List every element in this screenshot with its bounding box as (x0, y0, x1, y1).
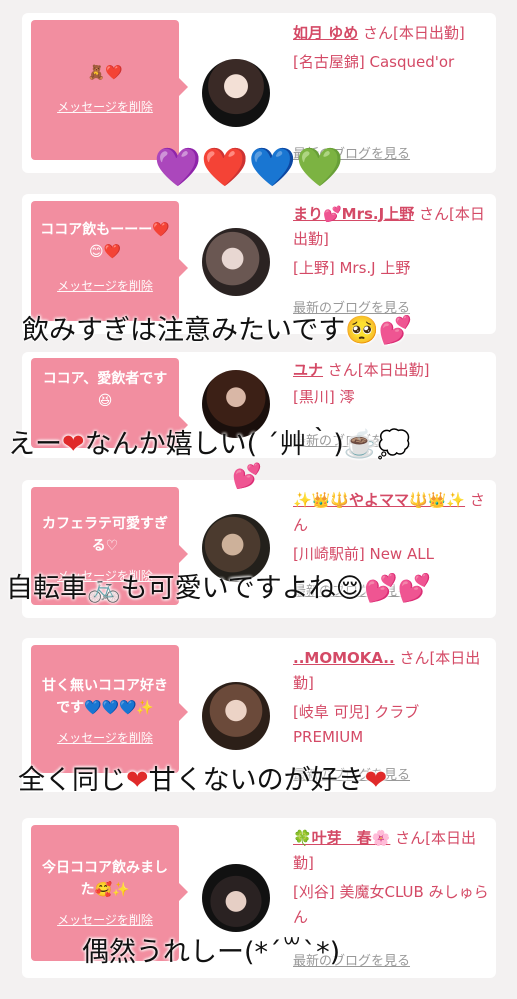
caption-bicycle: 自転車🚲も可愛いですよね😌💕💕 (6, 573, 432, 604)
pink-hearts-sticker: 💕 (232, 462, 262, 490)
heart-icon: ❤ (364, 765, 388, 796)
cast-name-link[interactable]: ユナ (293, 361, 323, 379)
caption-coincidence: 偶然うれしー(*´꒳`*) (82, 937, 341, 968)
delete-message-link[interactable]: メッセージを削除 (31, 98, 179, 115)
cast-status: さん[本日出勤] (363, 24, 465, 42)
cast-name-link[interactable]: 如月 ゆめ (293, 24, 358, 42)
avatar[interactable] (202, 682, 270, 750)
cast-name-link[interactable]: 🍀叶芽 春🌸 (293, 829, 390, 847)
caption-drinking-warning: 飲みすぎは注意みたいです🥺💕 (22, 315, 413, 346)
shop-name: [川崎駅前] New ALL (293, 545, 434, 563)
cast-name-link[interactable]: ..MOMOKA.. (293, 649, 395, 667)
message-text: ココア、愛飲者です😆 (42, 371, 168, 409)
hearts-row-sticker: 💜❤️💙💚 (154, 145, 344, 189)
caption-same-start: 全く同じ (18, 765, 126, 796)
delete-message-link[interactable]: メッセージを削除 (31, 729, 179, 746)
message-text: 🧸❤️ (87, 65, 123, 81)
message-text: カフェラテ可愛すぎる♡ (42, 516, 168, 554)
message-bubble: 🧸❤️ メッセージを削除 (31, 20, 188, 160)
message-text: ココア飲もーーー❤️😊❤️ (40, 222, 170, 260)
message-text: 甘く無いココア好きです💙💙💙✨ (42, 678, 168, 716)
delete-message-link[interactable]: メッセージを削除 (31, 277, 179, 294)
cast-name-link[interactable]: ✨👑🔱やよママ🔱👑✨ (293, 491, 465, 509)
avatar[interactable] (202, 864, 270, 932)
shop-name: [上野] Mrs.J 上野 (293, 259, 411, 277)
cast-status: さん[本日出勤] (327, 361, 430, 379)
delete-message-link[interactable]: メッセージを削除 (31, 911, 179, 928)
caption-same: 全く同じ❤甘くないのが好き❤ (18, 758, 387, 797)
caption-same-middle: 甘くないのが好き (148, 765, 365, 796)
caption-happy-end: なんか嬉しい( ´艸｀)☕️💭 (84, 429, 412, 460)
shop-name: [黒川] 澪 (293, 388, 355, 406)
message-text: 今日ココア飲みました🥰✨ (42, 860, 168, 898)
caption-happy-start: えー (8, 429, 62, 460)
heart-icon: ❤ (62, 429, 85, 460)
cast-name-link[interactable]: まり💕Mrs.J上野 (293, 205, 414, 223)
shop-name: [名古屋錦] Casqued'or (293, 53, 455, 71)
shop-name: [岐阜 可児] クラブ PREMIUM (293, 703, 420, 746)
heart-icon: ❤ (126, 765, 149, 796)
message-bubble: 甘く無いココア好きです💙💙💙✨ メッセージを削除 (31, 645, 188, 773)
message-bubble: ココア飲もーーー❤️😊❤️ メッセージを削除 (31, 201, 188, 321)
avatar[interactable] (202, 59, 270, 127)
avatar[interactable] (202, 228, 270, 296)
shop-name: [刈谷] 美魔女CLUB みしゅらん (293, 883, 489, 926)
caption-happy: えー❤なんか嬉しい( ´艸｀)☕️💭 (8, 422, 411, 461)
